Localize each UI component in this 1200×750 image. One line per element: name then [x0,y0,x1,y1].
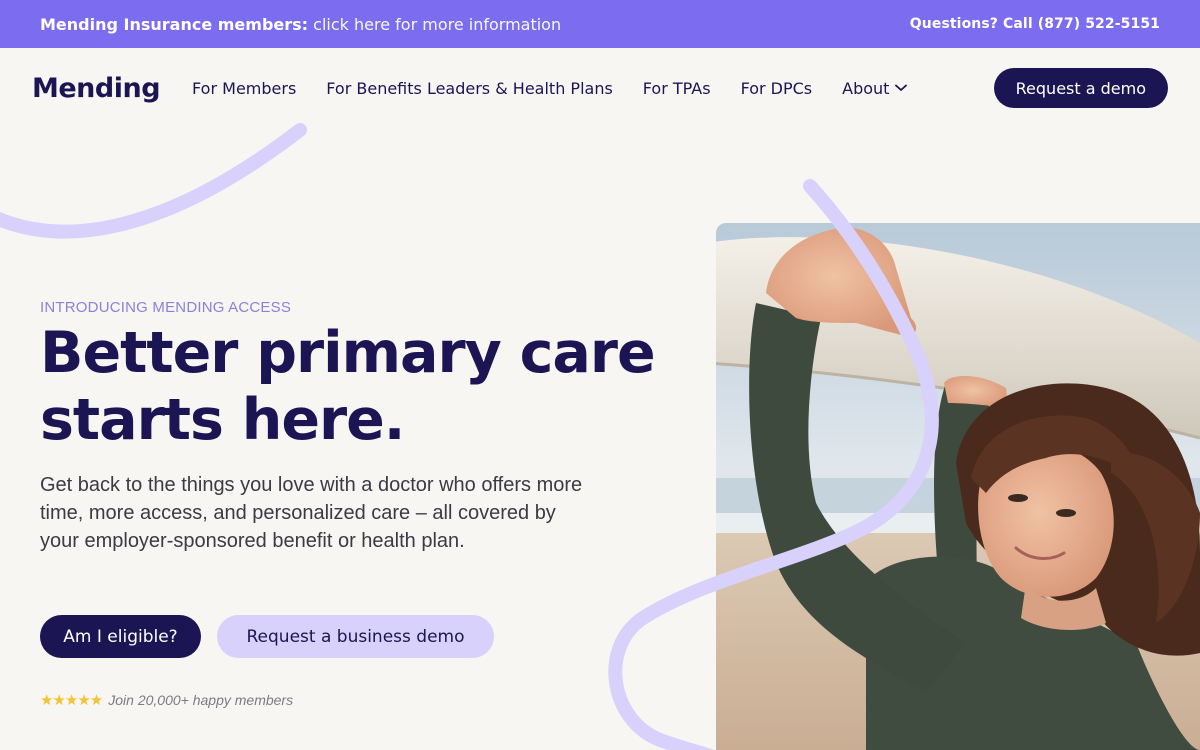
hero-photo-surfer [716,223,1200,750]
hero-eyebrow: INTRODUCING MENDING ACCESS [40,299,292,316]
phone-contact[interactable]: Questions? Call (877) 522-5151 [910,16,1160,32]
star-rating-icon: ★★★★★ [40,692,103,709]
business-demo-button[interactable]: Request a business demo [217,615,494,658]
nav-item-for-tpas[interactable]: For TPAs [643,79,711,98]
main-navigation: Mending For Members For Benefits Leaders… [0,48,1200,128]
nav-item-for-dpcs[interactable]: For DPCs [741,79,813,98]
about-label: About [842,78,890,98]
hero-description: Get back to the things you love with a d… [40,474,583,552]
nav-item-about[interactable]: About [842,78,908,98]
members-count-text: Join 20,000+ happy members [108,692,294,708]
headline-line-2: starts here. [40,387,405,453]
announcement-bar: Mending Insurance members: click here fo… [0,0,1200,48]
logo-text: Mending [32,72,161,104]
questions-label: Questions? Call [909,16,1033,32]
request-demo-button[interactable]: Request a demo [993,68,1168,108]
social-proof: ★★★★★ Join 20,000+ happy members [40,691,293,709]
nav-menu: For Members For Benefits Leaders & Healt… [192,78,908,98]
hero-headline: Better primary care starts here. [40,320,680,454]
members-info-link[interactable]: Mending Insurance members: click here fo… [40,15,561,34]
phone-number[interactable]: (877) 522-5151 [1038,16,1160,32]
surfer-illustration [716,223,1200,750]
headline-line-1: Better primary care [40,320,656,386]
chevron-down-icon [895,84,908,91]
nav-item-for-members[interactable]: For Members [192,79,296,98]
nav-item-benefits-leaders[interactable]: For Benefits Leaders & Health Plans [326,79,613,98]
eligibility-button[interactable]: Am I eligible? [40,615,201,658]
mending-logo[interactable]: Mending [32,72,161,104]
announcement-link[interactable]: click here for more information [313,15,561,34]
announcement-lead: Mending Insurance members: [40,14,309,34]
